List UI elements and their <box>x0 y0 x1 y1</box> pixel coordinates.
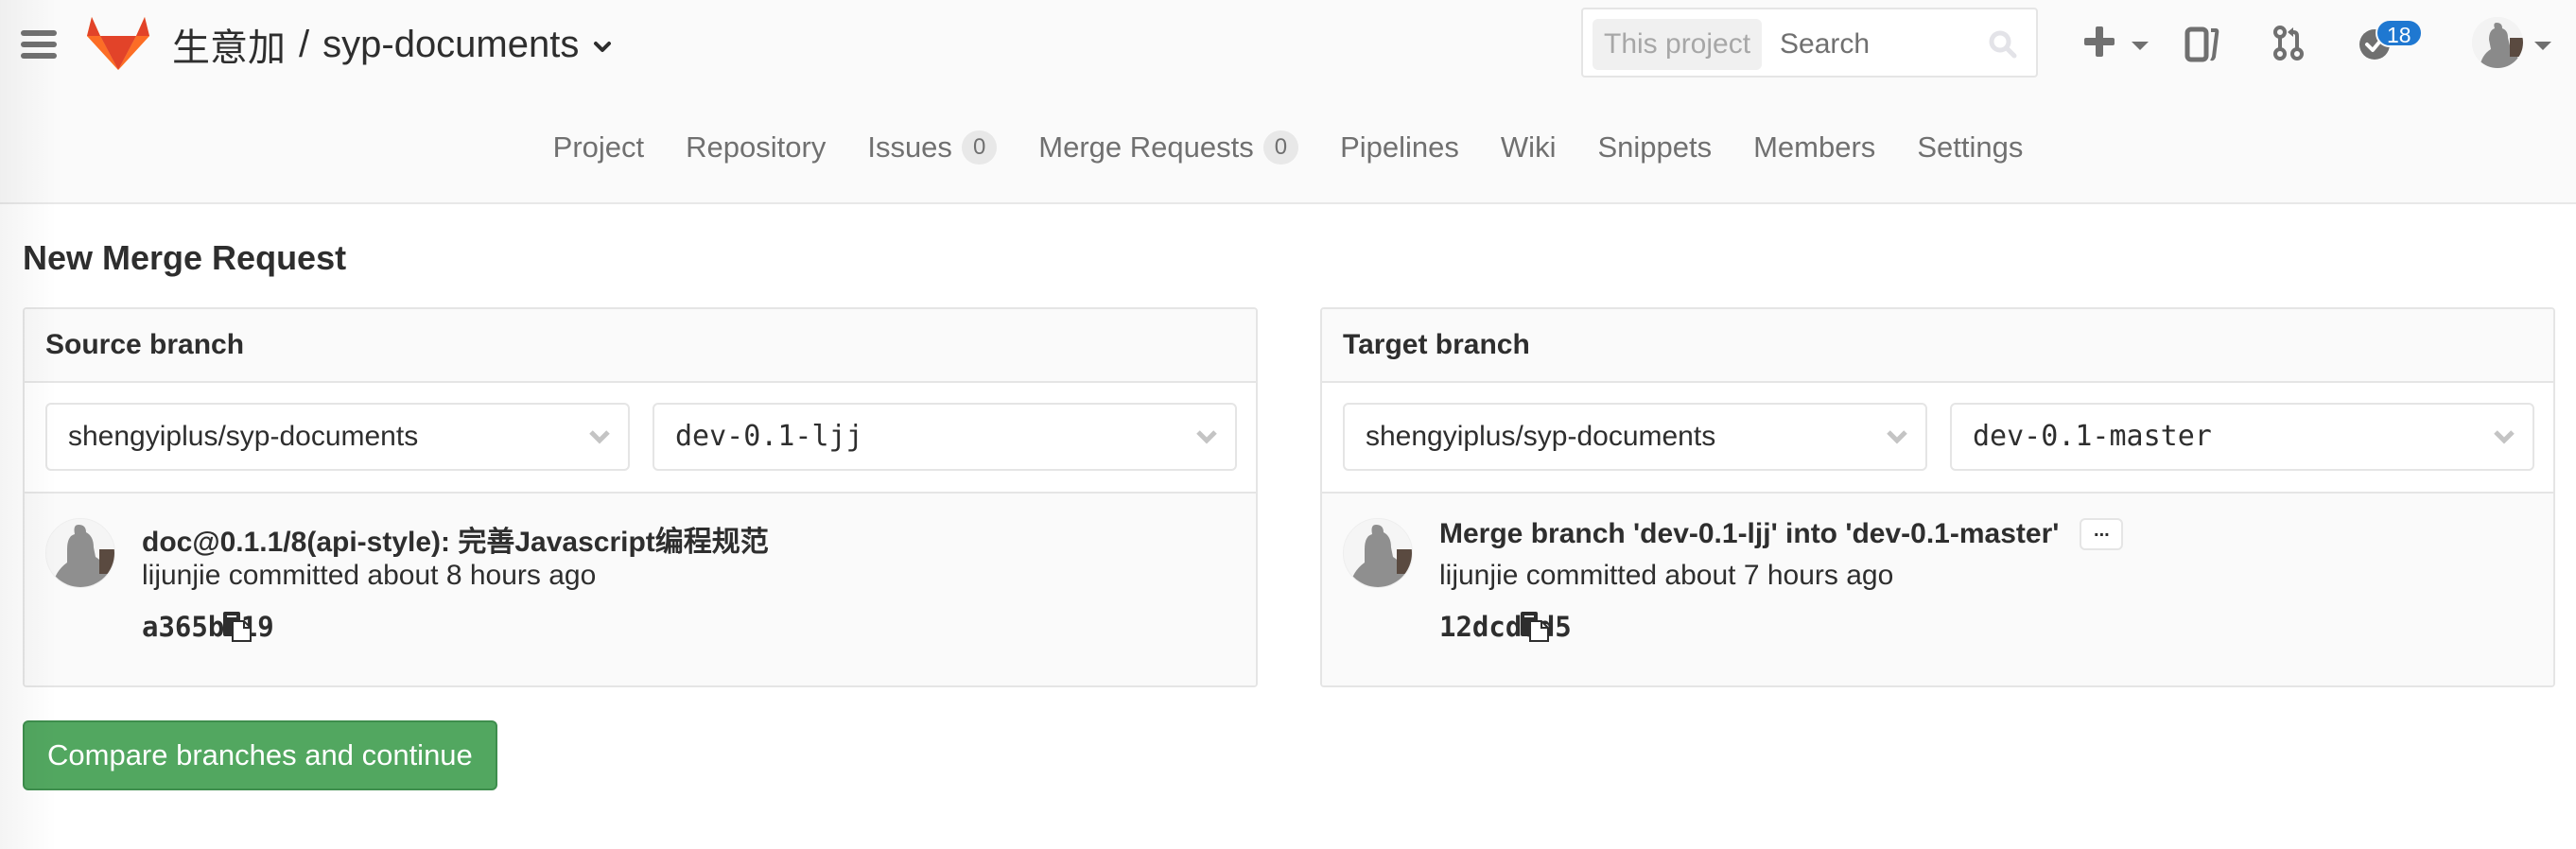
source-branch-card: Source branch shengyiplus/syp-documents … <box>23 307 1258 687</box>
target-branch-card: Target branch shengyiplus/syp-documents … <box>1320 307 2555 687</box>
user-avatar[interactable] <box>2472 17 2523 68</box>
nav-label: Pipelines <box>1340 130 1459 164</box>
nav-label: Snippets <box>1597 130 1713 164</box>
search-scope-label: This project <box>1593 19 1763 70</box>
search-box[interactable]: This project Search <box>1581 8 2038 78</box>
commit-author-avatar[interactable] <box>45 518 115 588</box>
target-project-select[interactable]: shengyiplus/syp-documents <box>1343 403 1927 471</box>
source-branch-select[interactable]: dev-0.1-ljj <box>653 403 1237 471</box>
nav-item-pipelines[interactable]: Pipelines <box>1319 121 1480 174</box>
avatar-image-icon <box>2472 17 2523 68</box>
nav-label: Wiki <box>1500 130 1557 164</box>
nav-item-settings[interactable]: Settings <box>1896 121 2044 174</box>
nav-label: Members <box>1753 130 1876 164</box>
sidebar-toggle-icon[interactable] <box>2184 26 2220 62</box>
source-project-select[interactable]: shengyiplus/syp-documents <box>45 403 630 471</box>
todos-count-badge[interactable]: 18 <box>2376 19 2423 47</box>
commit-sha[interactable]: a365bb19 <box>142 611 274 643</box>
project-group-name[interactable]: 生意加 <box>172 17 286 72</box>
nav-item-repository[interactable]: Repository <box>665 121 846 174</box>
target-branch-select[interactable]: dev-0.1-master <box>1950 403 2534 471</box>
nav-label: Merge Requests <box>1038 130 1254 164</box>
chevron-down-icon <box>1887 430 1907 444</box>
project-breadcrumb[interactable]: 生意加 / syp-documents <box>172 17 613 72</box>
search-icon <box>1989 30 2017 59</box>
nav-label: Repository <box>686 130 827 164</box>
hamburger-menu-icon[interactable] <box>21 30 57 59</box>
nav-item-members[interactable]: Members <box>1732 121 1896 174</box>
breadcrumb-separator: / <box>299 23 310 65</box>
commit-title[interactable]: doc@0.1.1/8(api-style): 完善Javascript编程规范 <box>142 518 769 560</box>
source-branch-header: Source branch <box>25 309 1256 383</box>
compare-branches-button[interactable]: Compare branches and continue <box>23 720 497 790</box>
nav-item-wiki[interactable]: Wiki <box>1480 121 1577 174</box>
commit-title-text[interactable]: doc@0.1.1/8(api-style): 完善Javascript编程规范 <box>142 518 769 560</box>
target-branch-selects: shengyiplus/syp-documents dev-0.1-master <box>1322 383 2553 494</box>
commit-meta: lijunjie committed about 7 hours ago <box>1439 560 1894 591</box>
target-branch-header: Target branch <box>1322 309 2553 383</box>
commit-title-text[interactable]: Merge branch 'dev-0.1-ljj' into 'dev-0.1… <box>1439 518 2059 550</box>
source-project-value: shengyiplus/syp-documents <box>68 421 419 452</box>
source-branch-value: dev-0.1-ljj <box>675 420 863 453</box>
nav-item-issues[interactable]: Issues 0 <box>846 121 1018 174</box>
merge-requests-count-badge: 0 <box>1262 130 1299 165</box>
user-menu-caret-icon[interactable] <box>2534 42 2551 50</box>
project-nav: Project Repository Issues 0 Merge Reques… <box>0 121 2576 174</box>
commit-meta: lijunjie committed about 8 hours ago <box>142 560 597 591</box>
nav-label: Issues <box>867 130 952 164</box>
chevron-down-icon <box>1196 430 1217 444</box>
chevron-down-icon <box>589 430 610 444</box>
project-name[interactable]: syp-documents <box>322 24 579 66</box>
source-branch-selects: shengyiplus/syp-documents dev-0.1-ljj <box>25 383 1256 494</box>
chevron-down-icon[interactable] <box>592 37 613 58</box>
top-header: 生意加 / syp-documents This project Search <box>0 0 2576 204</box>
target-commit: Merge branch 'dev-0.1-ljj' into 'dev-0.1… <box>1322 494 2553 685</box>
new-item-caret-icon[interactable] <box>2132 42 2149 50</box>
commit-title[interactable]: Merge branch 'dev-0.1-ljj' into 'dev-0.1… <box>1439 518 2124 550</box>
source-commit: doc@0.1.1/8(api-style): 完善Javascript编程规范… <box>25 494 1256 685</box>
expand-commit-message-button[interactable]: ... <box>2080 518 2124 550</box>
new-item-plus-icon[interactable] <box>2084 26 2115 57</box>
search-input[interactable]: Search <box>1780 19 1870 70</box>
avatar-image-icon <box>1344 519 1412 587</box>
nav-item-snippets[interactable]: Snippets <box>1576 121 1732 174</box>
chevron-down-icon <box>2494 430 2515 444</box>
nav-item-project[interactable]: Project <box>532 121 665 174</box>
merge-requests-icon[interactable] <box>2272 25 2305 61</box>
target-project-value: shengyiplus/syp-documents <box>1366 421 1716 452</box>
page-title: New Merge Request <box>23 238 347 277</box>
nav-item-merge-requests[interactable]: Merge Requests 0 <box>1018 121 1319 174</box>
nav-label: Settings <box>1917 130 2024 164</box>
copy-clipboard-icon[interactable] <box>221 610 253 642</box>
target-branch-value: dev-0.1-master <box>1973 420 2212 453</box>
commit-author-avatar[interactable] <box>1343 518 1413 588</box>
copy-clipboard-icon[interactable] <box>1519 610 1551 642</box>
nav-label: Project <box>552 130 645 164</box>
commit-sha[interactable]: 12dcd8d5 <box>1439 611 1572 643</box>
gitlab-logo-icon[interactable] <box>87 13 149 70</box>
avatar-image-icon <box>46 519 114 587</box>
issues-count-badge: 0 <box>961 130 998 165</box>
